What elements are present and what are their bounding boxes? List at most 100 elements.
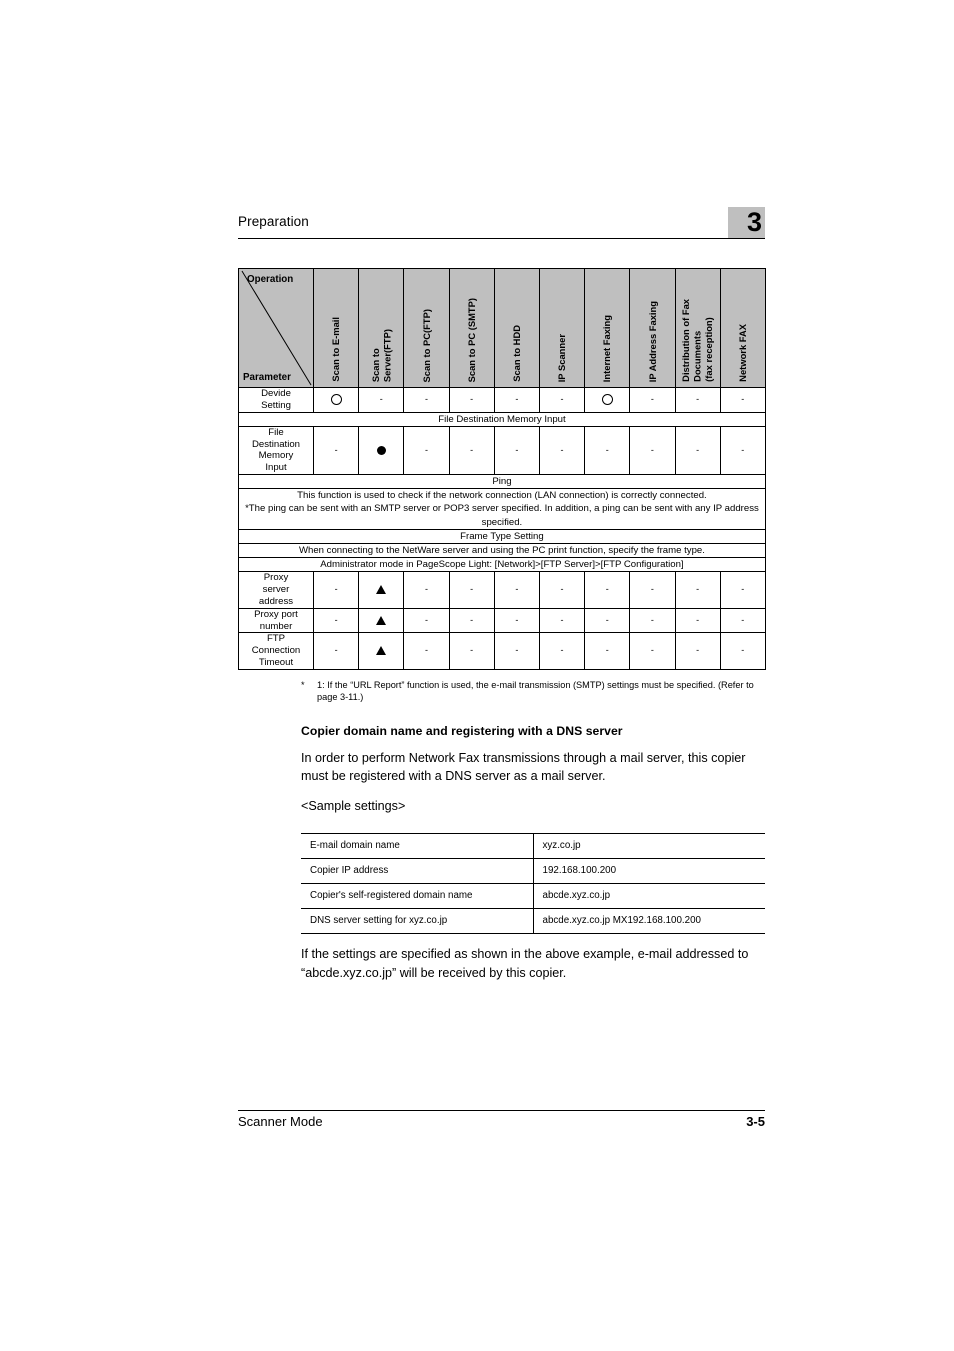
- sample-setting-label: Copier's self-registered domain name: [301, 883, 533, 909]
- dash-icon: -: [741, 394, 745, 404]
- matrix-parameter-cell: FTP Connection Timeout: [238, 632, 314, 670]
- matrix-value-cell: -: [448, 387, 495, 413]
- matrix-value-cell: [312, 387, 360, 413]
- table-row: E-mail domain name xyz.co.jp: [301, 833, 765, 859]
- dash-icon: -: [379, 394, 383, 404]
- footnote-marker: *: [301, 679, 305, 690]
- matrix-col-header-label: IP Scanner: [556, 333, 568, 382]
- matrix-value-cell: -: [312, 425, 360, 475]
- matrix-value-cell: -: [312, 571, 360, 609]
- sample-setting-label: DNS server setting for xyz.co.jp: [301, 908, 533, 935]
- dash-icon: -: [696, 614, 700, 625]
- matrix-value-cell: [358, 607, 405, 634]
- matrix-note-cell: File Destination Memory Input: [238, 411, 766, 427]
- matrix-value-cell: -: [538, 425, 586, 475]
- filled-triangle-icon: [376, 585, 387, 595]
- matrix-value-cell: -: [448, 425, 495, 475]
- matrix-value-cell: -: [674, 387, 721, 413]
- dash-icon: -: [696, 444, 700, 455]
- matrix-value-cell: -: [312, 607, 360, 634]
- dash-icon: -: [560, 394, 564, 404]
- matrix-value-cell: -: [584, 571, 631, 609]
- matrix-value-cell: -: [584, 632, 631, 670]
- chapter-number-badge: 3: [728, 207, 765, 239]
- dash-icon: -: [741, 584, 745, 595]
- table-row: Proxy port number - - - - - - - - -: [238, 607, 766, 634]
- matrix-value-cell: [358, 425, 405, 475]
- table-row: Ping: [238, 473, 766, 490]
- dash-icon: -: [515, 614, 519, 625]
- dash-icon: -: [334, 614, 338, 625]
- filled-circle-icon: [376, 445, 386, 455]
- footnote-text: 1: If the “URL Report” function is used,…: [317, 679, 754, 703]
- dash-icon: -: [470, 614, 474, 625]
- dash-icon: -: [424, 614, 428, 625]
- dash-icon: -: [424, 645, 428, 656]
- dash-icon: -: [696, 394, 700, 404]
- matrix-value-cell: -: [403, 387, 450, 413]
- dash-icon: -: [334, 444, 338, 455]
- table-row: Administrator mode in PageScope Light: […: [238, 557, 766, 573]
- matrix-value-cell: -: [493, 607, 540, 634]
- table-row: Frame Type Setting: [238, 528, 766, 545]
- dash-icon: -: [741, 614, 745, 625]
- sample-settings-label: <Sample settings>: [301, 798, 406, 813]
- matrix-col-header-wrap: Scan to HDD: [495, 274, 539, 382]
- dash-icon: -: [424, 394, 428, 404]
- dash-icon: -: [515, 444, 519, 455]
- matrix-col-header-wrap: Scan to PC(FTP): [404, 274, 448, 382]
- matrix-value-cell: -: [448, 632, 495, 670]
- dash-icon: -: [560, 444, 564, 455]
- running-header: Preparation 3: [238, 207, 765, 246]
- matrix-col-header-label: Scan to PC (SMTP): [465, 297, 477, 382]
- matrix-value-cell: -: [493, 632, 540, 670]
- dash-icon: -: [696, 584, 700, 595]
- table-row: Copier IP address 192.168.100.200: [301, 858, 765, 884]
- matrix-value-cell: -: [448, 607, 495, 634]
- matrix-col-header-4: Scan to HDD: [493, 268, 540, 388]
- matrix-value-cell: -: [448, 571, 495, 609]
- matrix-parameter-cell: Proxy server address: [238, 571, 314, 609]
- table-row: FTP Connection Timeout - - - - - - - - -: [238, 632, 766, 670]
- matrix-value-cell: -: [538, 387, 586, 413]
- matrix-value-cell: -: [584, 425, 631, 475]
- matrix-col-header-label: Distribution of Fax Documents (fax recep…: [680, 299, 715, 382]
- matrix-header: Operation Parameter Scan to E-mail Scan t…: [238, 268, 766, 388]
- footer-row: Scanner Mode 3-5: [238, 1114, 765, 1136]
- open-circle-icon: [330, 394, 342, 406]
- table-row: Proxy server address - - - - - - - - -: [238, 571, 766, 609]
- matrix-value-cell: -: [493, 571, 540, 609]
- matrix-col-header-wrap: IP Scanner: [540, 274, 584, 382]
- dash-icon: -: [741, 645, 745, 656]
- footnote: * 1: If the “URL Report” function is use…: [301, 679, 763, 704]
- section-intro-paragraph: In order to perform Network Fax transmis…: [301, 750, 746, 784]
- matrix-value-cell: -: [719, 425, 766, 475]
- matrix-note-cell: This function is used to check if the ne…: [238, 488, 766, 530]
- dash-icon: -: [334, 645, 338, 656]
- matrix-value-cell: -: [719, 632, 766, 670]
- matrix-col-header-label: Scan to Server(FTP): [369, 328, 393, 382]
- matrix-value-cell: -: [493, 425, 540, 475]
- operation-parameter-matrix-table: Operation Parameter Scan to E-mail Scan t…: [238, 268, 766, 670]
- matrix-parameter-cell: File Destination Memory Input: [238, 425, 314, 475]
- matrix-body: Devide Setting - - - - - - - - File Destination M…: [238, 387, 766, 670]
- matrix-col-header-label: Network FAX: [737, 324, 749, 382]
- matrix-col-header-0: Scan to E-mail: [312, 268, 360, 388]
- matrix-col-header-7: IP Address Faxing: [629, 268, 676, 388]
- table-row: Copier's self-registered domain name abcd…: [301, 883, 765, 909]
- dash-icon: -: [650, 645, 654, 656]
- running-header-title: Preparation: [238, 214, 309, 229]
- matrix-col-header-9: Network FAX: [719, 268, 766, 388]
- matrix-note-cell: Administrator mode in PageScope Light: […: [238, 557, 766, 573]
- matrix-value-cell: -: [629, 607, 676, 634]
- dash-icon: -: [515, 645, 519, 656]
- matrix-header-row: Operation Parameter Scan to E-mail Scan t…: [238, 268, 766, 388]
- running-header-rule: [238, 238, 765, 239]
- matrix-col-header-wrap: Distribution of Fax Documents (fax recep…: [676, 274, 720, 382]
- matrix-value-cell: -: [403, 425, 450, 475]
- dash-icon: -: [650, 444, 654, 455]
- section-closing-paragraph: If the settings are specified as shown i…: [301, 947, 749, 980]
- sample-setting-value: abcde.xyz.co.jp MX192.168.100.200: [532, 908, 765, 935]
- filled-triangle-icon: [376, 646, 387, 656]
- footer-left-label: Scanner Mode: [238, 1114, 323, 1129]
